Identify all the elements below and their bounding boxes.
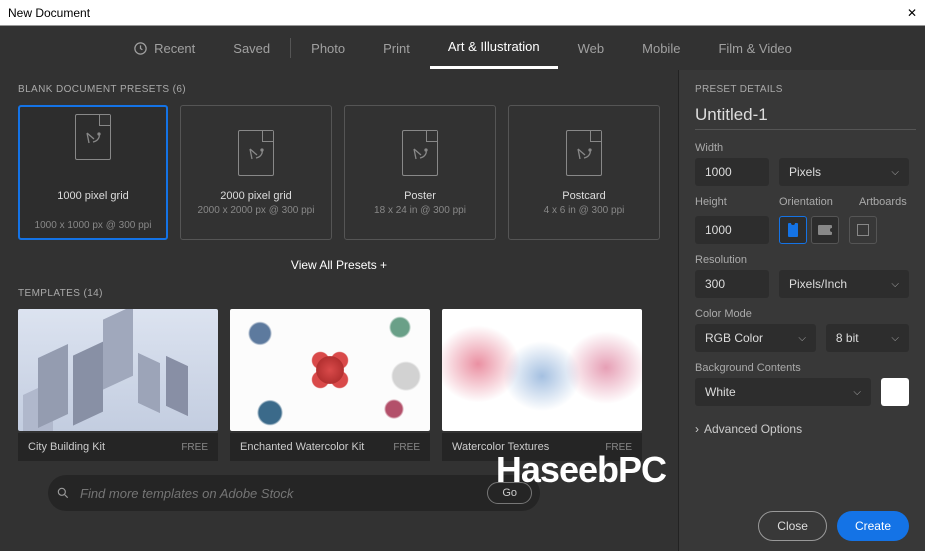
tab-recent-label: Recent <box>154 41 195 56</box>
height-label: Height <box>695 196 769 208</box>
tab-recent[interactable]: Recent <box>115 29 213 68</box>
recent-icon <box>133 41 148 56</box>
tab-print[interactable]: Print <box>365 29 428 68</box>
chevron-right-icon: › <box>695 422 699 436</box>
colordepth-select[interactable]: 8 bit ⌵ <box>826 324 909 352</box>
template-price: FREE <box>393 442 420 453</box>
resolution-unit-select[interactable]: Pixels/Inch ⌵ <box>779 270 909 298</box>
document-icon <box>75 114 111 160</box>
document-icon <box>402 130 438 176</box>
document-name-input[interactable] <box>695 105 916 130</box>
tab-web[interactable]: Web <box>560 29 623 68</box>
new-document-dialog: New Document ✕ Recent Saved Photo Print … <box>0 0 925 551</box>
close-button[interactable]: Close <box>758 511 827 541</box>
presets-row: 1000 pixel grid 1000 x 1000 px @ 300 ppi… <box>18 105 660 240</box>
background-select[interactable]: White ⌵ <box>695 378 871 406</box>
preset-dimensions: 1000 x 1000 px @ 300 ppi <box>35 220 152 231</box>
main-area: BLANK DOCUMENT PRESETS (6) 1000 pixel gr… <box>0 70 925 551</box>
tab-film-video[interactable]: Film & Video <box>700 29 809 68</box>
template-info: City Building Kit FREE <box>18 433 218 461</box>
portrait-icon <box>788 223 798 237</box>
template-thumbnail <box>18 309 218 431</box>
preset-poster[interactable]: Poster 18 x 24 in @ 300 ppi <box>344 105 496 240</box>
preset-dimensions: 18 x 24 in @ 300 ppi <box>374 205 466 216</box>
width-unit-select[interactable]: Pixels ⌵ <box>779 158 909 186</box>
titlebar: New Document ✕ <box>0 0 925 26</box>
advanced-options-toggle[interactable]: › Advanced Options <box>695 422 909 436</box>
height-input[interactable] <box>695 216 769 244</box>
chevron-down-icon: ⌵ <box>891 333 899 344</box>
preset-postcard[interactable]: Postcard 4 x 6 in @ 300 ppi <box>508 105 660 240</box>
preset-name: Postcard <box>562 190 605 202</box>
tab-saved[interactable]: Saved <box>215 29 288 68</box>
preset-name: 1000 pixel grid <box>57 190 129 202</box>
template-enchanted-watercolor[interactable]: Enchanted Watercolor Kit FREE <box>230 309 430 461</box>
orientation-label: Orientation <box>779 196 849 208</box>
width-label: Width <box>695 142 909 154</box>
resolution-label: Resolution <box>695 254 909 266</box>
resolution-input[interactable] <box>695 270 769 298</box>
template-thumbnail <box>230 309 430 431</box>
colormode-select[interactable]: RGB Color ⌵ <box>695 324 816 352</box>
template-thumbnail <box>442 309 642 431</box>
chevron-down-icon: ⌵ <box>891 279 899 290</box>
search-icon <box>56 486 70 500</box>
preset-details-panel: PRESET DETAILS Width Pixels ⌵ Height Ori… <box>678 70 925 551</box>
chevron-down-icon: ⌵ <box>798 333 806 344</box>
tab-art-illustration[interactable]: Art & Illustration <box>430 27 558 69</box>
orientation-group <box>779 216 839 244</box>
templates-heading: TEMPLATES (14) <box>18 288 660 299</box>
document-icon <box>566 130 602 176</box>
document-icon <box>238 130 274 176</box>
tab-divider <box>290 38 291 58</box>
orientation-landscape[interactable] <box>811 216 839 244</box>
left-panel: BLANK DOCUMENT PRESETS (6) 1000 pixel gr… <box>0 70 678 551</box>
preset-name: Poster <box>404 190 436 202</box>
preset-name: 2000 pixel grid <box>220 190 292 202</box>
background-color-swatch[interactable] <box>881 378 909 406</box>
template-price: FREE <box>181 442 208 453</box>
artboards-checkbox[interactable] <box>849 216 877 244</box>
template-name: City Building Kit <box>28 441 105 453</box>
templates-row: City Building Kit FREE Enchanted Waterco… <box>18 309 660 461</box>
window-title: New Document <box>8 6 90 20</box>
presets-heading: BLANK DOCUMENT PRESETS (6) <box>18 84 660 95</box>
close-icon[interactable]: ✕ <box>907 6 917 20</box>
search-input[interactable] <box>80 486 477 501</box>
artboards-label: Artboards <box>859 196 909 208</box>
dialog-body: Recent Saved Photo Print Art & Illustrat… <box>0 26 925 551</box>
watermark-text: HaseebPC <box>496 449 666 491</box>
template-info: Enchanted Watercolor Kit FREE <box>230 433 430 461</box>
preset-dimensions: 2000 x 2000 px @ 300 ppi <box>198 205 315 216</box>
tab-mobile[interactable]: Mobile <box>624 29 698 68</box>
preset-2000-grid[interactable]: 2000 pixel grid 2000 x 2000 px @ 300 ppi <box>180 105 332 240</box>
category-tabs: Recent Saved Photo Print Art & Illustrat… <box>0 26 925 70</box>
details-heading: PRESET DETAILS <box>695 84 909 95</box>
create-button[interactable]: Create <box>837 511 909 541</box>
chevron-down-icon: ⌵ <box>853 387 861 398</box>
chevron-down-icon: ⌵ <box>891 167 899 178</box>
preset-1000-grid[interactable]: 1000 pixel grid 1000 x 1000 px @ 300 ppi <box>18 105 168 240</box>
template-name: Enchanted Watercolor Kit <box>240 441 364 453</box>
template-watercolor-textures[interactable]: Watercolor Textures FREE <box>442 309 642 461</box>
orientation-portrait[interactable] <box>779 216 807 244</box>
dialog-footer: Close Create <box>679 501 925 551</box>
view-all-presets[interactable]: View All Presets + <box>18 258 660 272</box>
width-input[interactable] <box>695 158 769 186</box>
tab-photo[interactable]: Photo <box>293 29 363 68</box>
preset-dimensions: 4 x 6 in @ 300 ppi <box>544 205 625 216</box>
stock-search: Go <box>48 475 540 511</box>
template-city-building[interactable]: City Building Kit FREE <box>18 309 218 461</box>
colormode-label: Color Mode <box>695 308 909 320</box>
landscape-icon <box>818 225 832 235</box>
background-label: Background Contents <box>695 362 909 374</box>
